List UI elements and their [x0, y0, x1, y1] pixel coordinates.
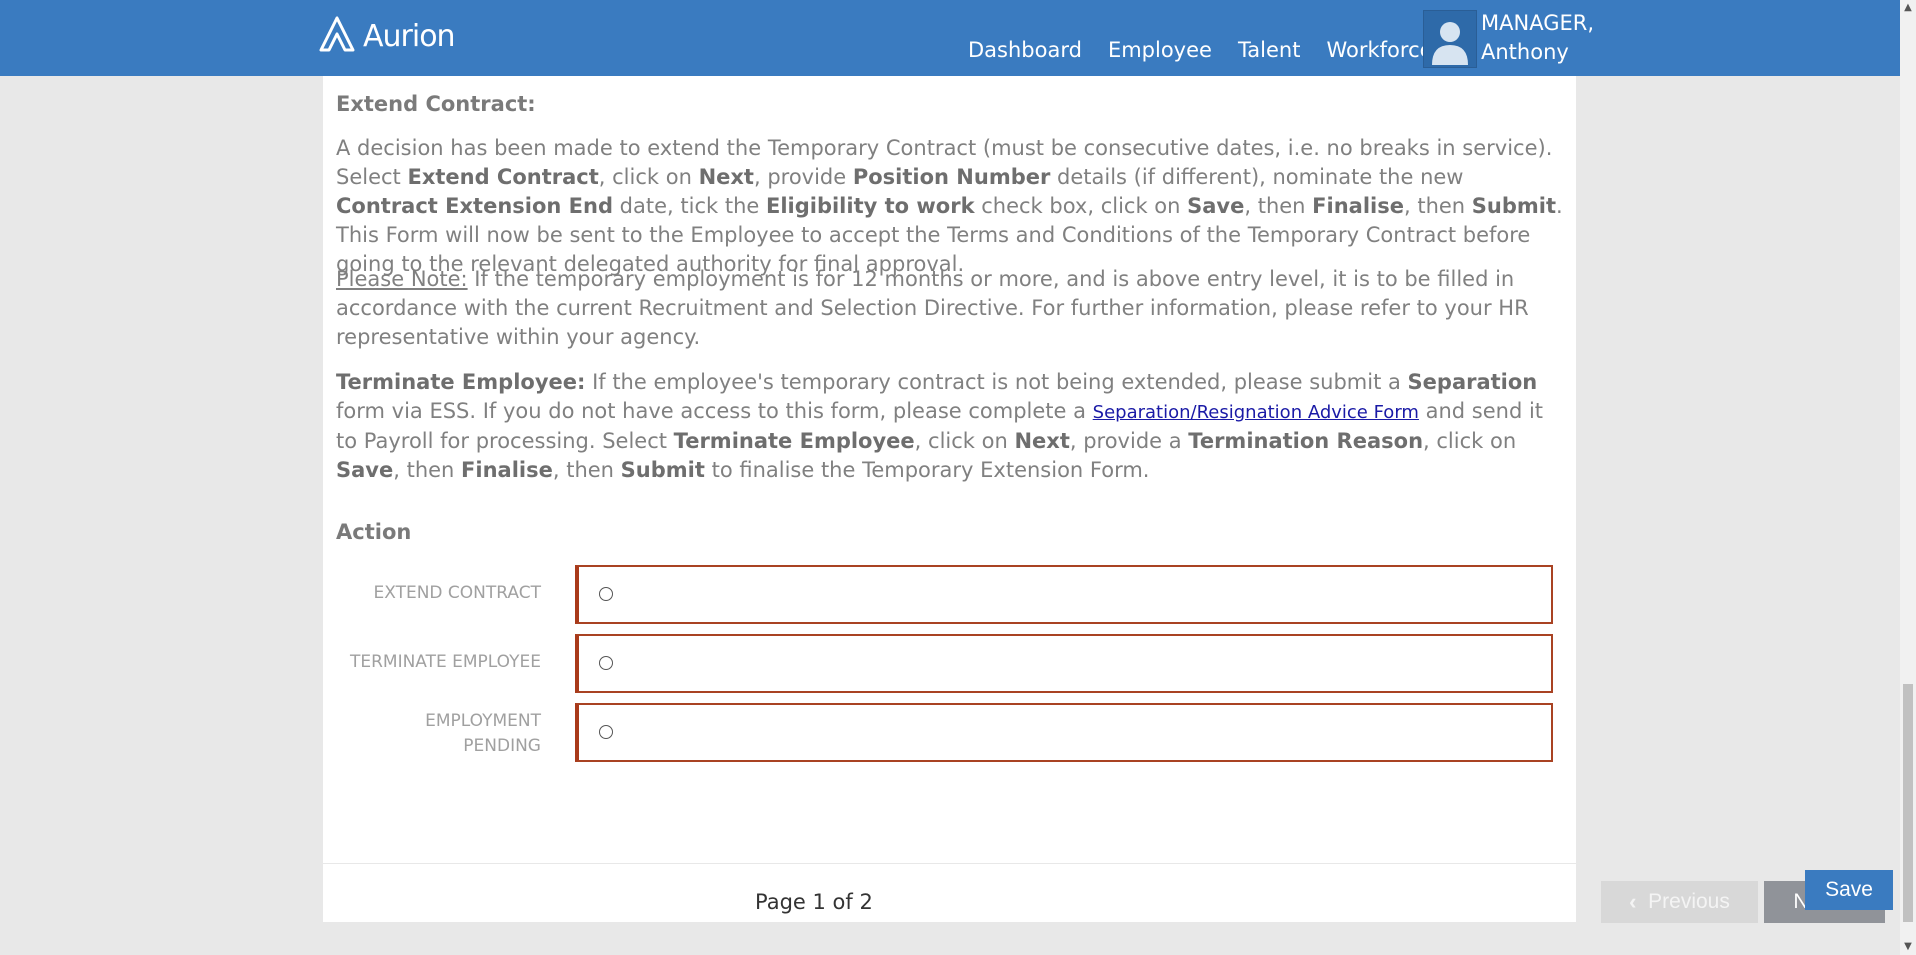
terminate.p-bold-text: Save [336, 458, 394, 482]
extend.p1-bold-text: Position Number [852, 165, 1051, 189]
user-avatar[interactable] [1423, 10, 1477, 68]
separation-advice-form-link[interactable]: Separation/Resignation Advice Form [1093, 402, 1419, 423]
employment-pending-radio[interactable] [599, 725, 613, 739]
scrollbar-thumb[interactable] [1903, 684, 1913, 922]
extend.p1-bold-text: Extend Contract [407, 165, 599, 189]
terminate.p-text: to finalise the Temporary Extension Form… [704, 458, 1150, 482]
extend.p1-text: details (if different), nominate the new [1050, 165, 1464, 189]
scroll-down-arrow-icon[interactable]: ▼ [1900, 939, 1916, 955]
terminate.p-text: , provide a [1069, 429, 1189, 453]
extend.p1-text: , provide [753, 165, 853, 189]
terminate.p-bold-text: Terminate Employee: [336, 370, 586, 394]
terminate.p-text: , then [552, 458, 621, 482]
terminate-employee-radio-field[interactable] [575, 634, 1553, 693]
previous-button[interactable]: ‹ Previous [1601, 881, 1758, 923]
terminate.p-bold-text: Termination Reason [1188, 429, 1424, 453]
action-heading: Action [336, 520, 412, 544]
terminate-employee-paragraph: Terminate Employee: If the employee's te… [336, 368, 1566, 485]
extend.p1-bold-text: Eligibility to work [765, 194, 975, 218]
terminate.p-text: , click on [1423, 429, 1517, 453]
extend.p1-bold-text: Submit [1471, 194, 1557, 218]
extend-contract-paragraph: A decision has been made to extend the T… [336, 134, 1566, 279]
form-panel: Extend Contract: A decision has been mad… [323, 76, 1893, 923]
footer-divider [323, 863, 1576, 864]
terminate-employee-label: TERMINATE EMPLOYEE [349, 652, 541, 672]
terminate-employee-radio[interactable] [599, 656, 613, 670]
terminate.p-text: form via ESS. If you do not have access … [336, 399, 1093, 423]
employment-pending-radio-field[interactable] [575, 703, 1553, 762]
extend.p1-text: , then [1244, 194, 1313, 218]
previous-button-label: Previous [1648, 890, 1730, 913]
terminate.p-bold-text: Next [1014, 429, 1070, 453]
extend.p1-text: , click on [598, 165, 699, 189]
extend.p1-text: , then [1403, 194, 1472, 218]
save-button[interactable]: Save [1805, 870, 1893, 910]
aurion-logo[interactable]: Aurion [315, 14, 456, 58]
terminate.p-text: If the employee's temporary contract is … [585, 370, 1408, 394]
please-note-paragraph: Please Note: If the temporary employment… [336, 265, 1566, 352]
terminate.p-bold-text: Separation [1407, 370, 1538, 394]
terminate.p-bold-text: Finalise [461, 458, 553, 482]
terminate.p-bold-text: Terminate Employee [673, 429, 915, 453]
nav-workforce[interactable]: Workforce [1326, 38, 1432, 62]
terminate.p-bold-text: Submit [620, 458, 705, 482]
extend.p1-bold-text: Contract Extension End [336, 194, 613, 218]
extend.p1-bold-text: Save [1187, 194, 1245, 218]
vertical-scrollbar[interactable]: ▲ ▼ [1900, 0, 1916, 955]
extend-contract-label: EXTEND CONTRACT [373, 583, 542, 603]
nav-employee[interactable]: Employee [1108, 38, 1212, 62]
logo-text: Aurion [363, 18, 456, 54]
extend-contract-radio[interactable] [599, 587, 613, 601]
extend.p1-text: date, tick the [613, 194, 766, 218]
extend.p1-bold-text: Next [698, 165, 754, 189]
scroll-up-arrow-icon[interactable]: ▲ [1900, 0, 1916, 16]
employment-pending-label: EMPLOYMENT PENDING [425, 711, 541, 756]
please-note-label: Please Note: [336, 267, 468, 291]
terminate.p-text: , then [393, 458, 462, 482]
user-name-line2: Anthony [1481, 40, 1569, 64]
extend-contract-radio-field[interactable] [575, 565, 1553, 624]
user-silhouette-icon [1432, 22, 1468, 65]
extend-contract-heading: Extend Contract: [336, 92, 536, 116]
user-name-line1: MANAGER, [1481, 11, 1594, 35]
extend.p1-bold-text: Finalise [1312, 194, 1404, 218]
please-note-text: If the temporary employment is for 12 mo… [336, 267, 1529, 349]
nav-dashboard[interactable]: Dashboard [968, 38, 1082, 62]
user-name[interactable]: MANAGER, Anthony [1481, 9, 1594, 67]
main-nav: Dashboard Employee Talent Workforce [968, 38, 1459, 62]
extend.p1-text: check box, click on [974, 194, 1188, 218]
top-navigation-bar: Aurion Dashboard Employee Talent Workfor… [0, 0, 1900, 76]
terminate.p-text: , click on [914, 429, 1015, 453]
nav-talent[interactable]: Talent [1238, 38, 1301, 62]
aurion-logo-icon [319, 16, 355, 52]
page-indicator: Page 1 of 2 [755, 890, 873, 914]
chevron-left-icon: ‹ [1629, 889, 1637, 914]
